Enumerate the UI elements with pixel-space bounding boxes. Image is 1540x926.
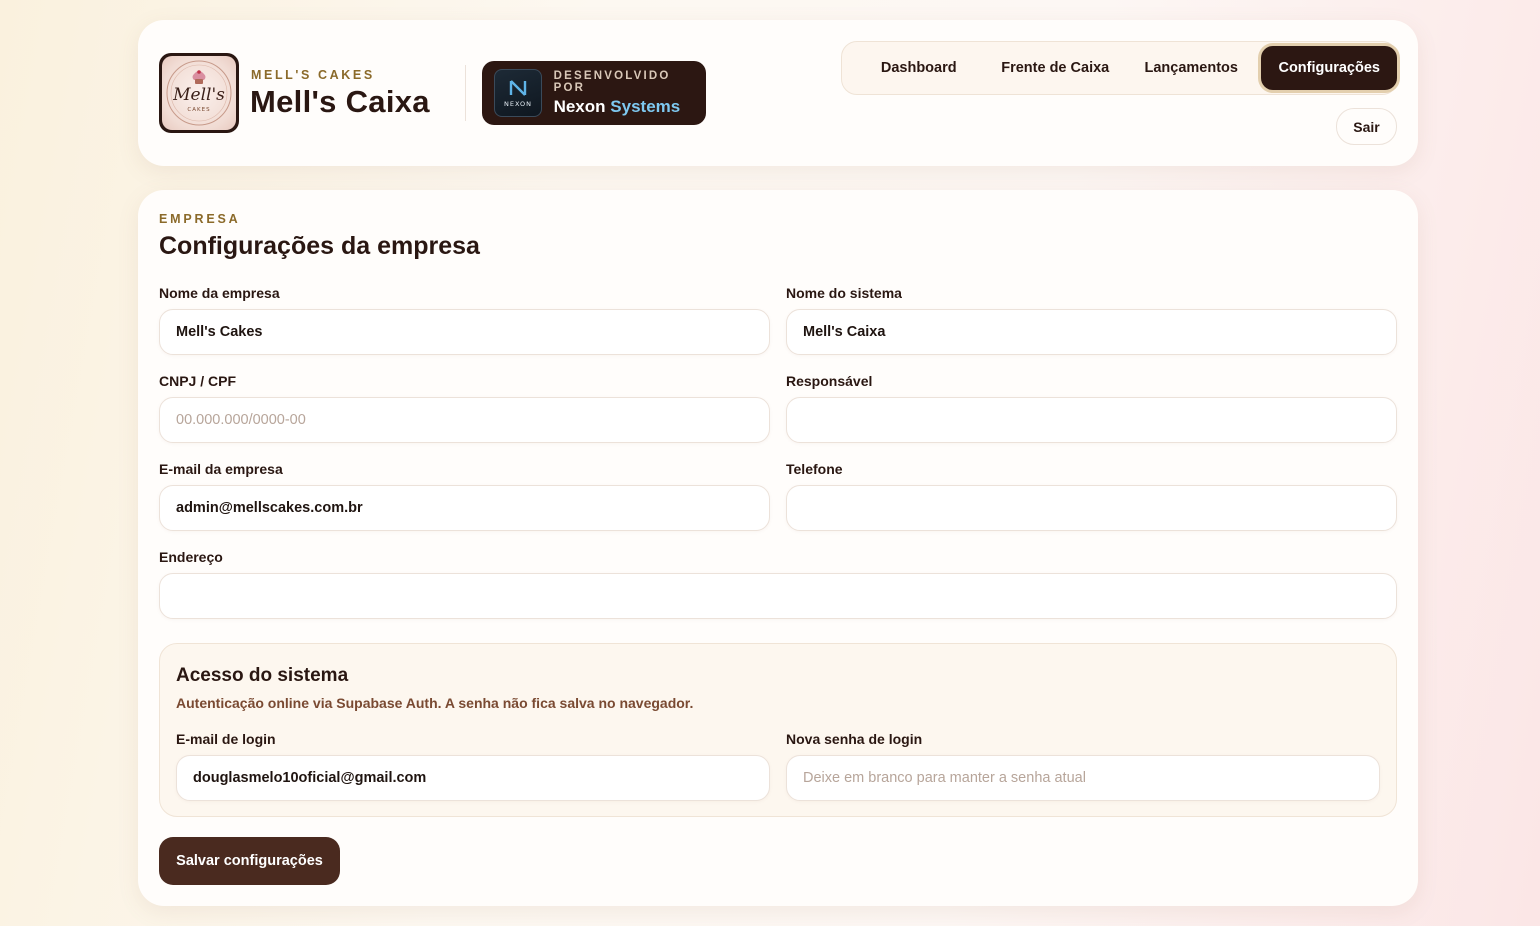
svg-text:Mell's: Mell's xyxy=(172,85,225,105)
nav-dashboard[interactable]: Dashboard xyxy=(848,46,989,90)
responsible-label: Responsável xyxy=(786,373,873,389)
app-header: Mell's CAKES MELL'S CAKES Mell's Caixa N… xyxy=(138,20,1418,166)
nexon-logo-icon: NEXON xyxy=(494,69,542,117)
login-email-label: E-mail de login xyxy=(176,731,276,747)
address-label: Endereço xyxy=(159,549,223,565)
nav-configuracoes[interactable]: Configurações xyxy=(1261,46,1397,90)
developer-badge: NEXON DESENVOLVIDO POR Nexon Systems xyxy=(482,61,706,125)
svg-text:CAKES: CAKES xyxy=(187,107,210,113)
company-name-input[interactable] xyxy=(159,309,770,355)
header-divider xyxy=(465,65,466,121)
system-access-section: Acesso do sistema Autenticação online vi… xyxy=(159,643,1397,817)
new-password-input[interactable] xyxy=(786,755,1380,801)
developer-kicker: DESENVOLVIDO POR xyxy=(553,69,671,94)
access-title: Acesso do sistema xyxy=(176,665,349,686)
new-password-label: Nova senha de login xyxy=(786,731,923,747)
brand-kicker: MELL'S CAKES xyxy=(251,68,375,82)
main-nav: Dashboard Frente de Caixa Lançamentos Co… xyxy=(841,41,1398,95)
system-name-input[interactable] xyxy=(786,309,1397,355)
address-input[interactable] xyxy=(159,573,1397,619)
company-email-input[interactable] xyxy=(159,485,770,531)
phone-label: Telefone xyxy=(786,461,843,477)
document-label: CNPJ / CPF xyxy=(159,373,237,389)
company-email-label: E-mail da empresa xyxy=(159,461,283,477)
nav-frente-de-caixa[interactable]: Frente de Caixa xyxy=(989,46,1121,90)
svg-text:NEXON: NEXON xyxy=(504,100,532,108)
company-settings-panel: EMPRESA Configurações da empresa Nome da… xyxy=(138,190,1418,906)
brand-logo: Mell's CAKES xyxy=(159,53,239,133)
logout-button[interactable]: Sair xyxy=(1336,108,1397,145)
page-title: Configurações da empresa xyxy=(159,232,480,260)
company-name-label: Nome da empresa xyxy=(159,285,280,301)
access-description: Autenticação online via Supabase Auth. A… xyxy=(176,695,694,711)
system-name-label: Nome do sistema xyxy=(786,285,902,301)
responsible-input[interactable] xyxy=(786,397,1397,443)
developer-name: Nexon Systems xyxy=(553,96,681,116)
document-input[interactable] xyxy=(159,397,770,443)
login-email-input[interactable] xyxy=(176,755,770,801)
cake-logo-icon: Mell's CAKES xyxy=(166,60,232,126)
brand-title: Mell's Caixa xyxy=(250,84,430,119)
phone-input[interactable] xyxy=(786,485,1397,531)
save-settings-button[interactable]: Salvar configurações xyxy=(159,837,340,885)
section-kicker: EMPRESA xyxy=(159,212,241,226)
nav-lancamentos[interactable]: Lançamentos xyxy=(1121,46,1261,90)
